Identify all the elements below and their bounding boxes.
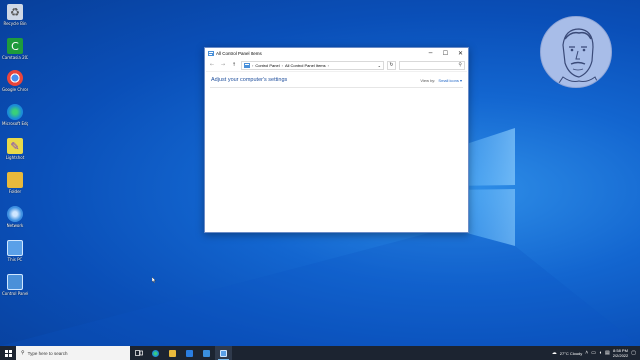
control-panel-location-icon [244, 62, 250, 68]
desktop-icon-label: Camtasia 2020 [2, 55, 28, 60]
notifications-icon[interactable]: ▢ [631, 350, 636, 356]
network-icon[interactable]: ▭ [591, 350, 596, 356]
camtasia-icon: C [7, 38, 23, 54]
chevron-up-icon[interactable]: ˄ [585, 350, 588, 356]
language-icon[interactable]: ▤ [605, 350, 610, 356]
mouse-cursor [152, 277, 156, 283]
desktop-icon-label: Lightshot [5, 155, 25, 160]
desktop-icon-control-panel[interactable]: Control Panel [2, 274, 28, 296]
control-panel-small-icon [208, 51, 214, 56]
recycle-bin-icon: ♻ [7, 4, 23, 20]
weather-icon[interactable]: ☁ [552, 350, 557, 356]
window-title: All Control Panel Items [216, 51, 262, 56]
task-view-icon [134, 350, 143, 356]
search-icon: ⚲ [21, 350, 25, 356]
desktop-icon-camtasia[interactable]: C Camtasia 2020 [2, 38, 28, 60]
toolbar-divider [206, 71, 467, 72]
address-dropdown-chevron-icon[interactable]: ⌄ [378, 63, 381, 68]
window-titlebar[interactable]: All Control Panel Items ─ ☐ ✕ [205, 48, 468, 59]
folder-icon [7, 172, 23, 188]
system-tray: ☁ 27°C Cloudy ˄ ▭ ◖ ▤ 8:58 PM 2/2/2022 ▢ [552, 348, 640, 358]
taskbar-app-control-panel[interactable] [215, 346, 232, 360]
start-button[interactable] [0, 346, 16, 360]
user-avatar [540, 16, 612, 88]
volume-icon[interactable]: ◖ [599, 350, 602, 356]
desktop-icon-this-pc[interactable]: This PC [2, 240, 28, 262]
control-panel-window[interactable]: All Control Panel Items ─ ☐ ✕ ← → ↑ › Co… [204, 47, 469, 233]
lightshot-icon: ✎ [7, 138, 23, 154]
search-icon: ⚲ [458, 62, 462, 68]
view-by-dropdown[interactable]: Small icons ▾ [438, 78, 462, 83]
taskbar-app-file-explorer[interactable] [164, 346, 181, 360]
address-bar[interactable]: › Control Panel › All Control Panel Item… [241, 60, 384, 70]
taskbar-app-store[interactable] [181, 346, 198, 360]
desktop-icon-label: Google Chrome [2, 87, 28, 92]
forward-button[interactable]: → [219, 62, 227, 68]
up-button[interactable]: ↑ [230, 62, 238, 68]
desktop-icon-chrome[interactable]: Google Chrome [2, 70, 28, 92]
content-divider [210, 87, 463, 88]
taskbar: ⚲ Type here to search ☁ 27°C Cloudy ˄ ▭ … [0, 346, 640, 360]
clock[interactable]: 8:58 PM 2/2/2022 [613, 348, 629, 358]
desktop-icon-recycle-bin[interactable]: ♻ Recycle Bin [2, 4, 28, 26]
taskbar-search-placeholder: Type here to search [27, 350, 68, 356]
taskbar-search-box[interactable]: ⚲ Type here to search [16, 346, 130, 360]
navigation-bar: ← → ↑ › Control Panel › All Control Pane… [205, 59, 468, 71]
desktop-icon-folder[interactable]: Folder [2, 172, 28, 194]
breadcrumb-separator: › [252, 62, 254, 68]
face-sketch-icon [555, 28, 601, 87]
taskbar-app-edge[interactable] [147, 346, 164, 360]
desktop-icon-label: Recycle Bin [3, 21, 27, 26]
clock-date: 2/2/2022 [612, 353, 629, 358]
edge-icon [7, 104, 23, 120]
control-panel-icon [220, 349, 227, 357]
search-input[interactable]: ⚲ [399, 60, 465, 70]
control-panel-icon [7, 274, 23, 290]
store-icon [186, 349, 193, 357]
desktop-icon-network[interactable]: Network [2, 206, 28, 228]
breadcrumb-all-items[interactable]: All Control Panel Items [285, 63, 326, 68]
taskbar-app-mail[interactable] [198, 346, 215, 360]
folder-icon [169, 349, 176, 357]
breadcrumb-control-panel[interactable]: Control Panel [255, 63, 279, 68]
mail-icon [203, 349, 210, 357]
desktop-icon-label: Control Panel [2, 291, 28, 296]
desktop-icon-edge[interactable]: Microsoft Edge [2, 104, 28, 126]
desktop-icon-label: Network [6, 223, 24, 228]
page-heading: Adjust your computer's settings [211, 77, 288, 83]
edge-icon [152, 349, 159, 357]
minimize-button[interactable]: ─ [423, 48, 438, 59]
desktop-icon-label: This PC [7, 257, 23, 262]
chrome-icon [7, 70, 23, 86]
computer-icon [7, 240, 23, 256]
desktop-icon-label: Folder [8, 189, 22, 194]
desktop-icon-label: Microsoft Edge [2, 121, 28, 126]
task-view-button[interactable] [130, 346, 147, 360]
content-header: Adjust your computer's settings View by:… [205, 73, 468, 87]
network-icon [7, 206, 23, 222]
weather-text[interactable]: 27°C Cloudy [560, 351, 583, 356]
back-button[interactable]: ← [208, 62, 216, 68]
close-button[interactable]: ✕ [453, 48, 468, 59]
breadcrumb-separator: › [281, 62, 283, 68]
windows-start-icon [4, 349, 12, 357]
breadcrumb-separator: › [327, 62, 329, 68]
view-by-label: View by: [420, 77, 436, 83]
refresh-button[interactable]: ↻ [387, 60, 396, 70]
maximize-button[interactable]: ☐ [438, 48, 453, 59]
desktop-icon-lightshot[interactable]: ✎ Lightshot [2, 138, 28, 160]
